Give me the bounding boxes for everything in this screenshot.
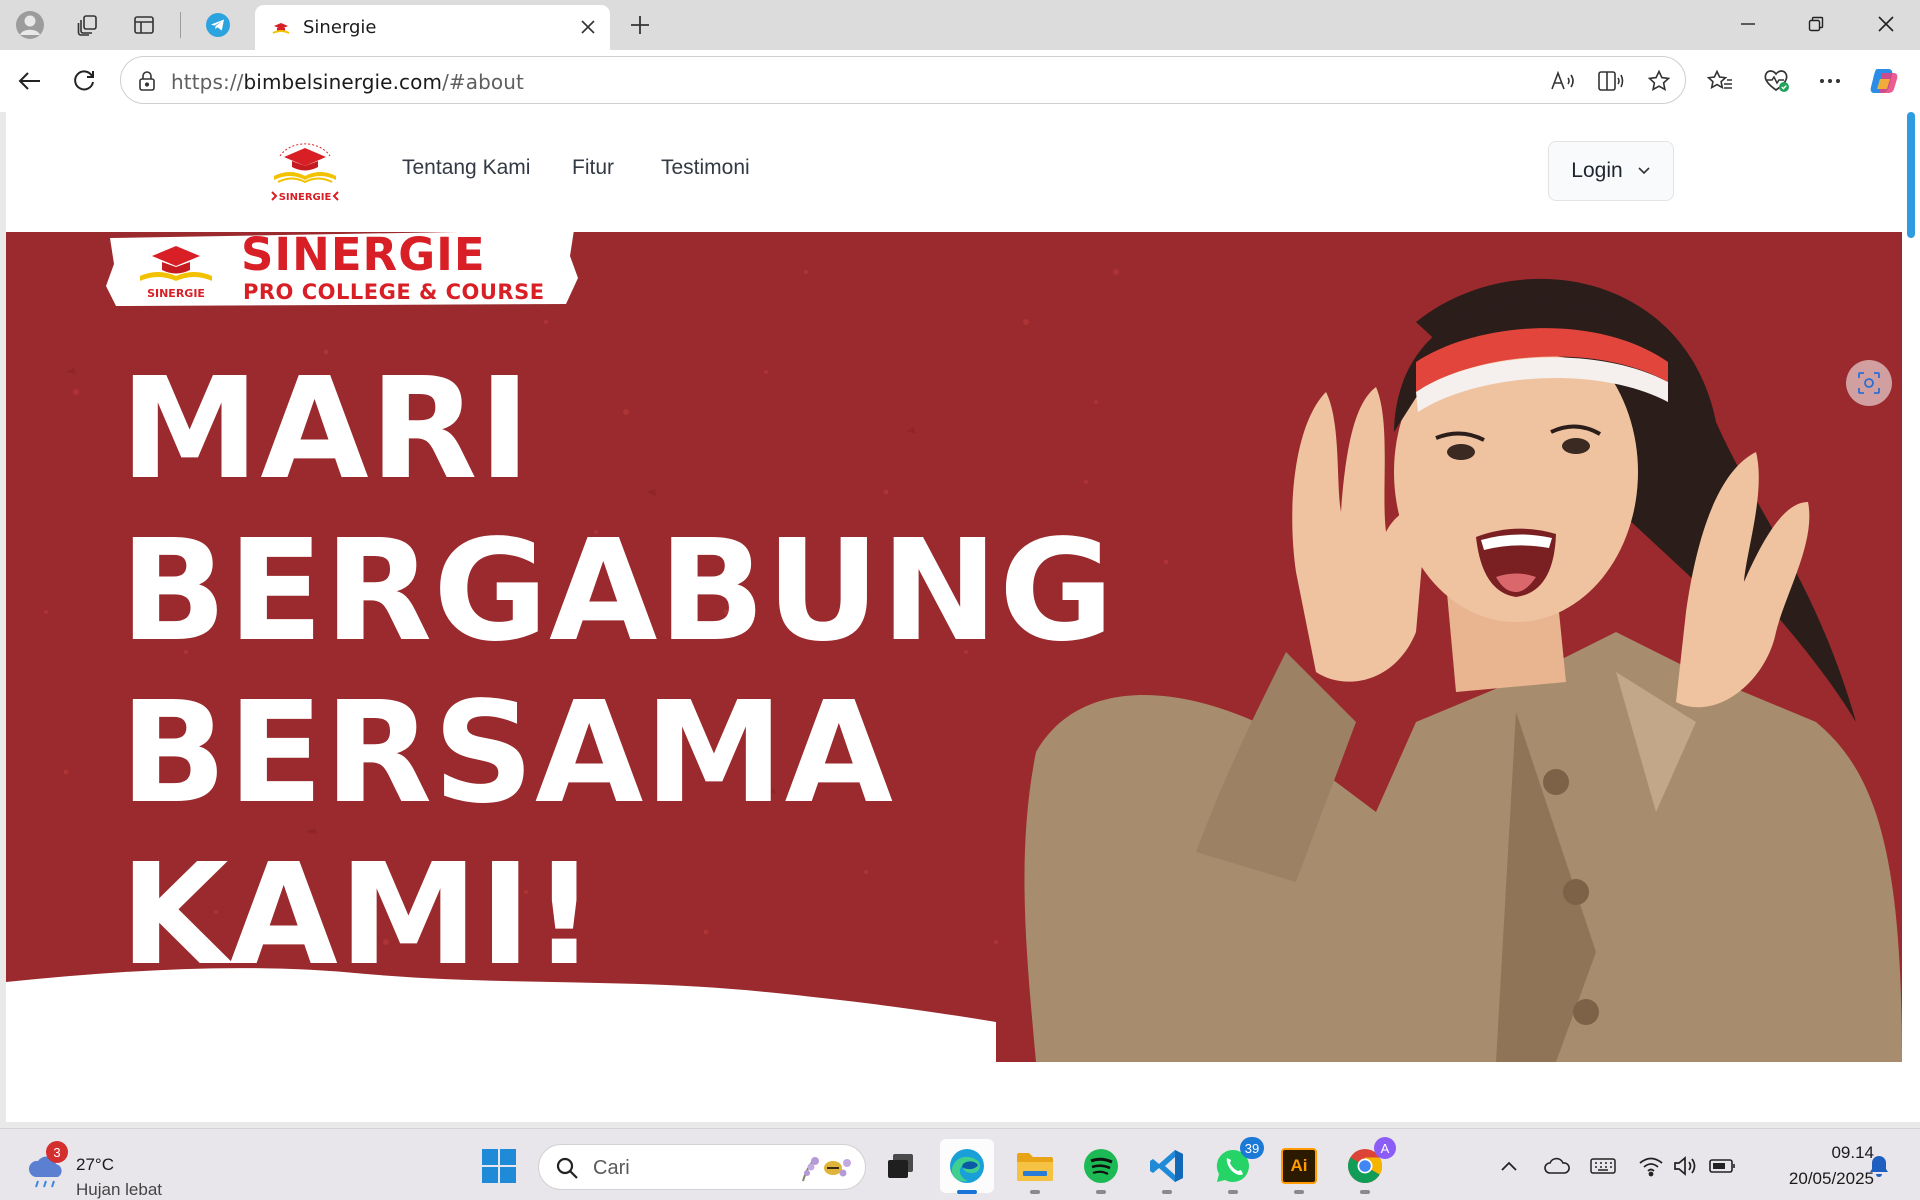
volume-icon[interactable]	[1670, 1151, 1700, 1181]
taskbar-illustrator[interactable]: Ai	[1272, 1139, 1326, 1194]
hero-line-3: BERSAMA	[120, 672, 894, 835]
vertical-tabs-icon[interactable]	[128, 9, 160, 41]
wifi-icon[interactable]	[1636, 1151, 1666, 1181]
browser-essentials-icon[interactable]	[1758, 63, 1794, 99]
taskbar-file-explorer[interactable]	[1008, 1139, 1062, 1194]
close-window-button[interactable]	[1852, 0, 1920, 48]
minimize-button[interactable]	[1714, 0, 1782, 48]
scroll-thumb[interactable]	[1907, 112, 1915, 238]
vscode-running-indicator	[1162, 1190, 1172, 1194]
site-logo[interactable]: SINERGIE	[260, 134, 350, 206]
task-view-icon	[888, 1154, 913, 1178]
illustrator-running-indicator	[1294, 1190, 1304, 1194]
hero-bottom-wave	[6, 968, 996, 1062]
login-dropdown-button[interactable]: Login	[1548, 141, 1674, 201]
illustrator-icon: Ai	[1281, 1148, 1317, 1184]
more-options-icon[interactable]	[1812, 63, 1848, 99]
site-logo-caption: SINERGIE	[279, 192, 332, 203]
browser-title-bar: Sinergie	[0, 0, 1920, 50]
hero-brand-small: SINERGIE	[147, 287, 205, 300]
taskbar-chrome[interactable]: A	[1338, 1137, 1396, 1194]
clock-date[interactable]: 20/05/2025	[1744, 1169, 1874, 1189]
folder-icon	[1017, 1153, 1053, 1181]
search-icon	[556, 1157, 578, 1179]
favorites-icon[interactable]	[1702, 63, 1738, 99]
hero-brand-subtitle: PRO COLLEGE & COURSE	[243, 280, 545, 304]
hero-brand-title: SINERGIE	[241, 232, 486, 281]
back-button[interactable]	[10, 61, 50, 101]
clock-time[interactable]: 09.14	[1774, 1143, 1874, 1163]
tab-divider	[180, 12, 181, 38]
copilot-icon[interactable]	[1866, 63, 1902, 99]
chrome-profile-badge: A	[1374, 1137, 1396, 1159]
tab-close-icon[interactable]	[576, 15, 600, 39]
visual-search-icon[interactable]	[1846, 360, 1892, 406]
explorer-running-indicator	[1030, 1190, 1040, 1194]
url-scheme: https://	[171, 70, 244, 94]
taskbar-edge[interactable]	[940, 1139, 994, 1194]
taskbar-whatsapp[interactable]: 39	[1206, 1137, 1264, 1194]
windows-logo-icon	[482, 1149, 516, 1183]
page-viewport: SINERGIE Tentang Kami Fitur Testimoni Lo…	[6, 112, 1902, 1122]
url-host: bimbelsinergie.com	[243, 70, 443, 94]
favorite-star-icon[interactable]	[1643, 65, 1675, 97]
hero-line-2: BERGABUNG	[120, 510, 1115, 673]
address-bar[interactable]: https://bimbelsinergie.com/#about	[120, 56, 1686, 104]
sinergie-favicon	[271, 18, 291, 38]
chevron-down-icon	[1638, 167, 1650, 175]
taskbar-vscode[interactable]	[1140, 1139, 1194, 1194]
task-view-button[interactable]	[874, 1139, 928, 1193]
hero-banner: SINERGIE SINERGIE PRO COLLEGE & COURSE M…	[6, 232, 1902, 1062]
search-highlight-icon	[802, 1157, 851, 1182]
edge-icon	[950, 1149, 984, 1183]
weather-temperature: 27°C	[76, 1155, 114, 1174]
vscode-icon	[1150, 1150, 1183, 1182]
notification-bell-icon[interactable]	[1864, 1151, 1894, 1181]
onedrive-icon[interactable]	[1542, 1151, 1572, 1181]
chrome-running-indicator	[1360, 1190, 1370, 1194]
taskbar-search[interactable]: Cari	[538, 1144, 866, 1190]
spotify-running-indicator	[1096, 1190, 1106, 1194]
refresh-button[interactable]	[64, 61, 104, 101]
battery-icon[interactable]	[1708, 1151, 1738, 1181]
spotify-icon	[1084, 1149, 1118, 1183]
telegram-tab-icon[interactable]	[202, 9, 234, 41]
edge-active-indicator	[957, 1190, 977, 1194]
login-label: Login	[1571, 159, 1623, 182]
tab-sinergie[interactable]: Sinergie	[255, 5, 610, 50]
nav-link-fitur[interactable]: Fitur	[572, 156, 614, 180]
weather-description: Hujan lebat	[76, 1180, 163, 1199]
nav-link-tentang-kami[interactable]: Tentang Kami	[402, 156, 530, 180]
weather-alert-badge: 3	[46, 1141, 68, 1163]
new-tab-button[interactable]	[622, 8, 658, 42]
immersive-reader-icon[interactable]	[1595, 65, 1627, 97]
hero-person-illustration	[1024, 278, 1902, 1062]
restore-button[interactable]	[1782, 0, 1850, 48]
browser-toolbar: https://bimbelsinergie.com/#about	[0, 50, 1920, 112]
hero-line-1: MARI	[120, 348, 532, 511]
url-text[interactable]: https://bimbelsinergie.com/#about	[171, 70, 524, 94]
lock-icon[interactable]	[131, 65, 163, 97]
weather-widget[interactable]: 3 27°C Hujan lebat	[22, 1141, 222, 1199]
profile-icon[interactable]	[14, 9, 46, 41]
show-hidden-icons-chevron[interactable]	[1494, 1151, 1524, 1181]
site-header: SINERGIE Tentang Kami Fitur Testimoni Lo…	[6, 112, 1902, 232]
search-placeholder: Cari	[593, 1157, 630, 1179]
workspaces-icon[interactable]	[72, 9, 104, 41]
windows-taskbar: 3 27°C Hujan lebat Cari 39 Ai A 09.14 20…	[0, 1128, 1920, 1200]
taskbar-spotify[interactable]	[1074, 1139, 1128, 1194]
nav-link-testimoni[interactable]: Testimoni	[661, 156, 750, 180]
page-scrollbar[interactable]	[1902, 112, 1920, 1122]
keyboard-icon[interactable]	[1588, 1151, 1618, 1181]
whatsapp-running-indicator	[1228, 1190, 1238, 1194]
url-path: /#about	[442, 70, 524, 94]
start-button[interactable]	[472, 1139, 526, 1193]
read-aloud-icon[interactable]	[1547, 65, 1579, 97]
whatsapp-unread-badge: 39	[1240, 1137, 1264, 1159]
tab-title: Sinergie	[303, 17, 377, 38]
